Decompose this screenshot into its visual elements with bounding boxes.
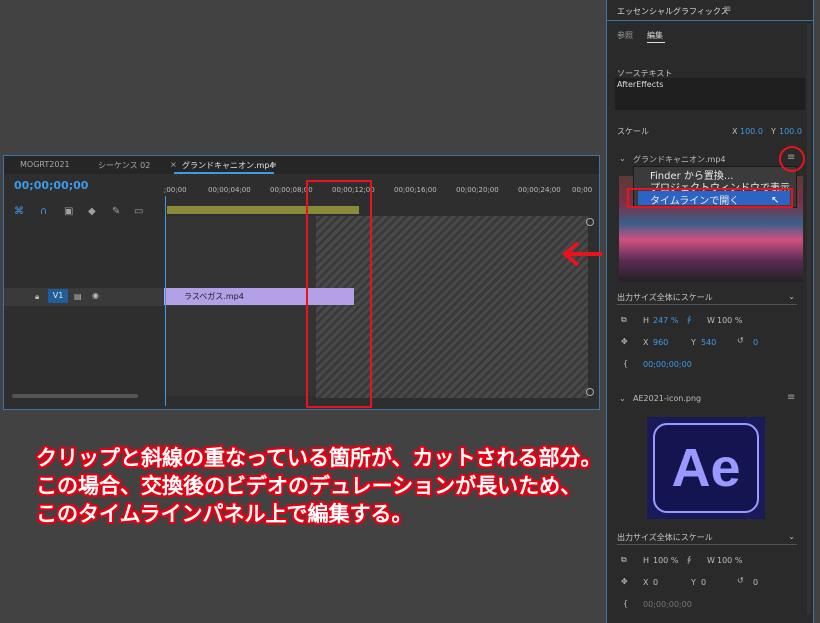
source-text-value: AfterEffects [617,80,664,89]
timeline-tab-bar: MOGRT2021 シーケンス 02 × グランドキャニオン.mp4 ≡ [4,156,599,174]
layer1-fit-value: 出力サイズ全体にスケール [617,293,713,302]
annotation-circle [779,146,805,172]
nest-icon[interactable]: ⌘ [14,206,24,217]
layer1-x-label: X [643,338,649,347]
tab-edit[interactable]: 編集 [647,30,663,41]
time-ruler[interactable]: ;00;00 00;00;04;00 00;00;08;00 00;00;12;… [164,184,600,200]
layer1-h-value[interactable]: 247 % [653,316,678,325]
layer2-x-value[interactable]: 0 [653,578,658,587]
scale-y-label: Y [771,127,776,136]
scroll-handle-bottom[interactable] [586,388,594,396]
chevron-down-icon[interactable]: ⌄ [619,154,626,163]
tab-grand-canyon[interactable]: グランドキャニオン.mp4 [182,160,275,171]
panel-title: エッセンシャルグラフィックス [617,7,729,16]
position-icon: ✥ [621,337,628,346]
tab-menu-icon[interactable]: ≡ [270,160,277,169]
layer1-y-label: Y [691,338,696,347]
layer2-menu-icon[interactable]: ≡ [787,392,795,403]
eye-icon[interactable]: ◉ [92,291,99,300]
ruler-label: 00;00 [572,186,593,194]
scale-icon: ⧉ [621,315,627,324]
rotation-icon: ↺ [737,576,744,585]
scale-label: スケール [617,127,649,136]
tab-close-icon[interactable]: × [170,160,177,169]
ruler-label: 00;00;16;00 [394,186,437,194]
annotation-arrow-left [561,241,602,267]
active-tab-underline [174,172,274,174]
scale-icon: ⧉ [621,555,627,564]
sync-lock-icon[interactable]: ▤ [74,292,82,301]
panel-scrollbar[interactable] [807,24,811,614]
caption-line: このタイムラインパネル上で編集する。 [36,503,413,526]
layer2-fit-value: 出力サイズ全体にスケール [617,533,713,542]
time-icon: { [623,359,629,368]
edit-tab-underline [647,42,665,43]
tab-browse[interactable]: 参照 [617,30,633,41]
layer2-time-value[interactable]: 00;00;00;00 [643,600,692,609]
tab-mogrt2021[interactable]: MOGRT2021 [20,160,70,169]
caption-line: クリップと斜線の重なっている箇所が、カットされる部分。 [36,447,602,470]
layer1-time-value[interactable]: 00;00;00;00 [643,360,692,369]
panel-divider [607,20,813,21]
snap-icon[interactable]: ∩ [40,206,47,217]
time-icon: { [623,599,629,608]
playhead-timecode[interactable]: 00;00;00;00 [14,179,88,192]
caption-line: この場合、交換後のビデオのデュレーションが長いため、 [36,475,582,498]
chevron-down-icon[interactable]: ⌄ [619,394,626,403]
wrench-icon[interactable]: ✎ [112,206,120,217]
essential-graphics-panel: エッセンシャルグラフィックス ≡ 参照 編集 ソーステキスト AfterEffe… [606,0,814,623]
ruler-label: 00;00;20;00 [456,186,499,194]
layer1-name: グランドキャニオン.mp4 [633,155,726,164]
layer2-rotation-value[interactable]: 0 [753,578,758,587]
layer1-rotation-value[interactable]: 0 [753,338,758,347]
scale-y-value[interactable]: 100.0 [779,127,802,136]
annotation-caption: クリップと斜線の重なっている箇所が、カットされる部分。 この場合、交換後のビデオ… [36,445,676,529]
layer2-y-label: Y [691,578,696,587]
horizontal-scrollbar[interactable] [12,394,138,398]
source-text-input[interactable]: AfterEffects [615,78,805,110]
layer1-fit-dropdown[interactable]: 出力サイズ全体にスケール ⌄ [617,292,797,305]
layer1-y-value[interactable]: 540 [701,338,716,347]
scale-x-value[interactable]: 100.0 [740,127,763,136]
layer2-w-value[interactable]: 100 % [717,556,742,565]
rotation-icon: ↺ [737,336,744,345]
scale-x-label: X [732,127,738,136]
annotation-red-rectangle [306,180,372,408]
lock-icon[interactable]: 🔒︎ [35,292,39,302]
scroll-handle-top[interactable] [586,218,594,226]
linked-selection-icon[interactable]: ▣ [64,206,73,217]
timeline-toolbar: ⌘ ∩ ▣ ◆ ✎ ▭ [14,206,164,220]
layer1-x-value[interactable]: 960 [653,338,668,347]
layer2-h-value[interactable]: 100 % [653,556,678,565]
layer2-y-value[interactable]: 0 [701,578,706,587]
clip-label: ラスベガス.mp4 [184,292,244,301]
timeline-panel: MOGRT2021 シーケンス 02 × グランドキャニオン.mp4 ≡ 00;… [3,155,600,410]
layer1-h-label: H [643,316,650,325]
ruler-label: 00;00;24;00 [518,186,561,194]
layer2-h-label: H [643,556,650,565]
layer2-fit-dropdown[interactable]: 出力サイズ全体にスケール ⌄ [617,532,797,545]
track-v1-target[interactable]: V1 [48,289,68,303]
link-icon[interactable]: ∮ [687,555,691,564]
panel-menu-icon[interactable]: ≡ [723,4,731,15]
layer2-name: AE2021-icon.png [633,394,702,403]
link-icon[interactable]: ∮ [687,315,691,324]
ruler-label: ;00;00 [164,186,187,194]
marker-icon[interactable]: ◆ [88,206,96,217]
playhead[interactable] [165,196,166,406]
ruler-label: 00;00;04;00 [208,186,251,194]
layer2-w-label: W [707,556,715,565]
captions-icon[interactable]: ▭ [134,206,143,217]
annotation-menu-highlight [627,188,793,208]
layer2-x-label: X [643,578,649,587]
layer1-w-value[interactable]: 100 % [717,316,742,325]
position-icon: ✥ [621,577,628,586]
layer1-w-label: W [707,316,715,325]
tab-sequence-02[interactable]: シーケンス 02 [98,160,150,171]
